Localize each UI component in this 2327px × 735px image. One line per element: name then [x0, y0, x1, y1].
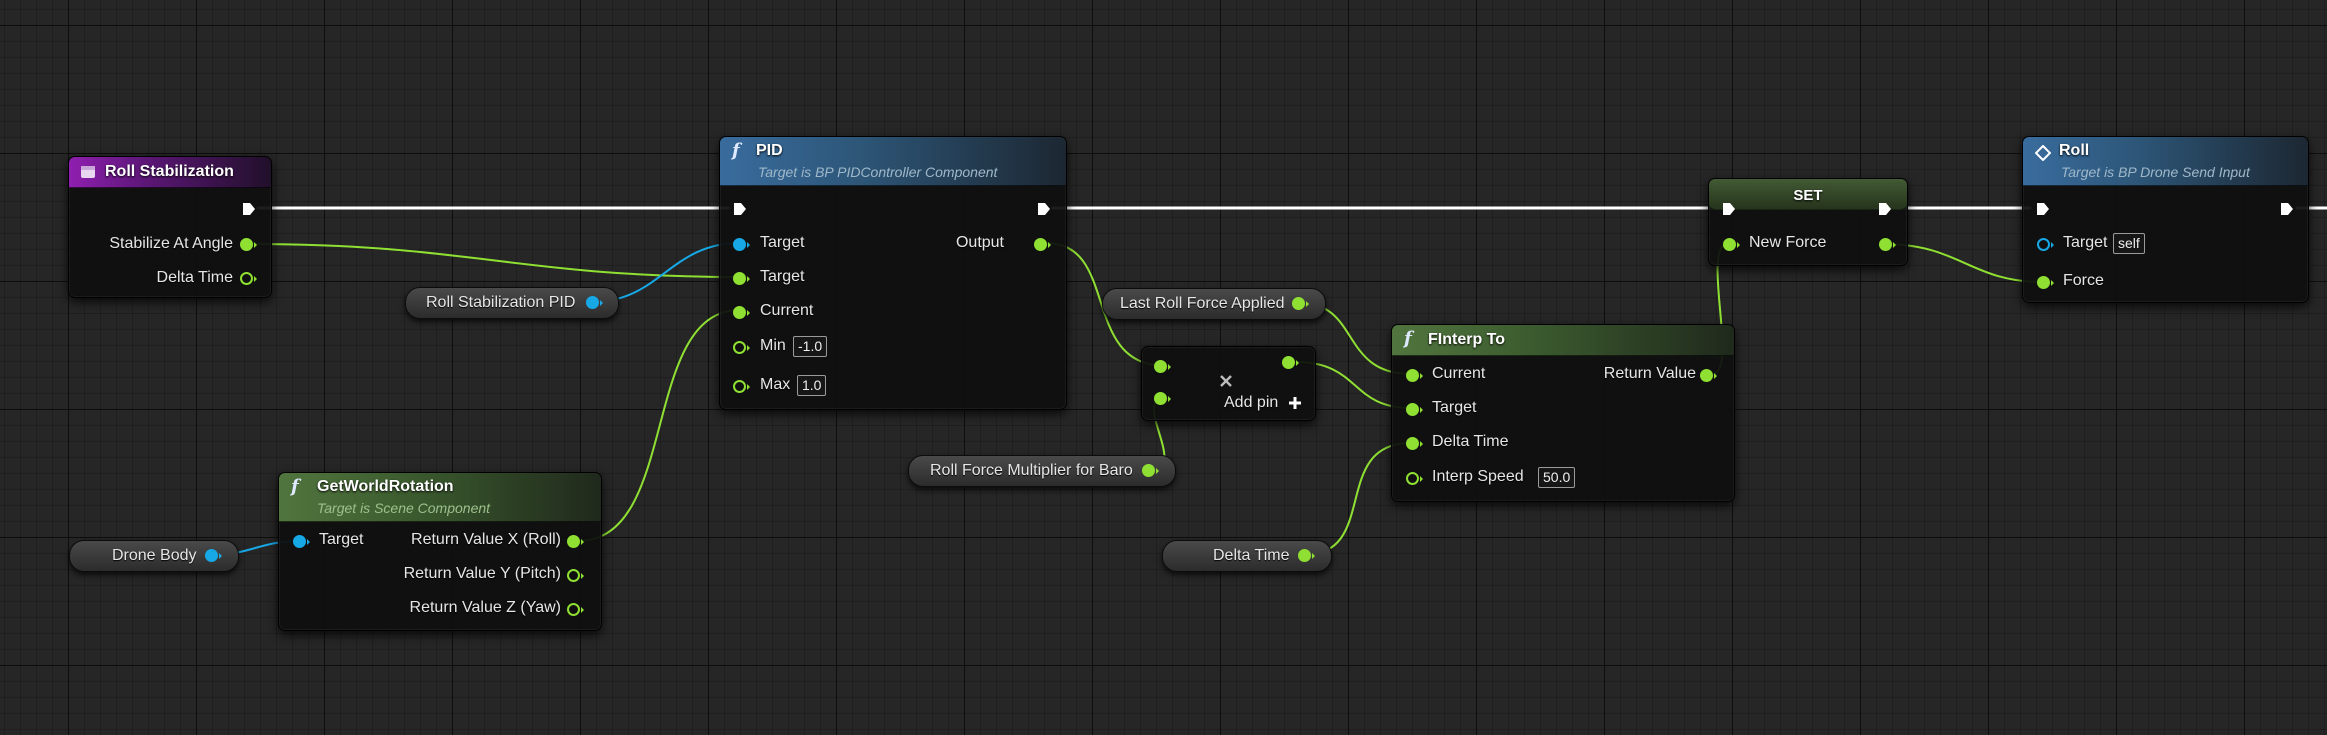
node-subtitle: Target is BP PIDController Component: [758, 164, 998, 180]
target-object-pin[interactable]: [733, 238, 750, 251]
pin-label: Min: [760, 337, 786, 354]
node-title: PID: [756, 142, 783, 159]
node-title: Roll: [2059, 142, 2090, 159]
current-pin[interactable]: [733, 306, 750, 319]
roll-force-multiplier-variable[interactable]: Roll Force Multiplier for Baro: [908, 455, 1176, 487]
pin-label: Interp Speed: [1432, 468, 1524, 485]
node-title: FInterp To: [1428, 331, 1506, 348]
target-float-pin[interactable]: [733, 272, 750, 285]
delta-time-variable[interactable]: Delta Time: [1162, 540, 1332, 572]
exec-out-pin[interactable]: [241, 201, 257, 217]
float-out-pin[interactable]: [1292, 297, 1309, 310]
exec-out-pin[interactable]: [2279, 201, 2295, 217]
multiply-icon: [1220, 375, 1232, 387]
pin-label: Force: [2063, 272, 2104, 289]
stabilize-at-angle-pin[interactable]: [240, 238, 257, 251]
exec-out-pin[interactable]: [1877, 201, 1893, 217]
return-z-pin[interactable]: [567, 603, 584, 616]
object-out-pin[interactable]: [586, 296, 603, 309]
target-pin[interactable]: [1406, 403, 1423, 416]
pin-label: Target: [2063, 234, 2108, 251]
pin-label: Return Value Z (Yaw): [409, 599, 561, 616]
return-y-pin[interactable]: [567, 569, 584, 582]
delta-time-out-pin[interactable]: [240, 272, 257, 285]
max-pin[interactable]: [733, 380, 750, 393]
set-node[interactable]: SET New Force: [1708, 178, 1908, 266]
pin-label: Target: [760, 234, 805, 251]
get-world-rotation-node[interactable]: f GetWorldRotation Target is Scene Compo…: [278, 472, 602, 631]
add-pin-label[interactable]: Add pin: [1224, 394, 1278, 412]
pin-label: Current: [760, 302, 814, 319]
interp-speed-field[interactable]: 50.0: [1538, 467, 1576, 488]
function-icon: f: [732, 140, 740, 161]
drone-body-variable[interactable]: Drone Body: [69, 540, 239, 572]
min-pin[interactable]: [733, 341, 750, 354]
exec-in-pin[interactable]: [2035, 201, 2051, 217]
last-roll-force-applied-variable[interactable]: Last Roll Force Applied: [1102, 288, 1326, 320]
interp-speed-pin[interactable]: [1406, 472, 1423, 485]
float-out-pin[interactable]: [1298, 549, 1315, 562]
node-title: Roll Stabilization: [105, 163, 234, 180]
event-diamond-icon: [2035, 145, 2051, 161]
input-a-pin[interactable]: [1154, 360, 1171, 373]
pin-label: Return Value Y (Pitch): [403, 565, 561, 582]
variable-label: Roll Stabilization PID: [426, 294, 576, 311]
pin-label: Return Value X (Roll): [411, 531, 561, 548]
pin-label: Delta Time: [156, 269, 233, 286]
output-pin[interactable]: [1034, 238, 1051, 251]
new-force-in-pin[interactable]: [1723, 238, 1740, 251]
function-icon: f: [1404, 328, 1412, 349]
pin-label: Target: [760, 268, 805, 285]
exec-out-pin[interactable]: [1036, 201, 1052, 217]
result-out-pin[interactable]: [1282, 356, 1299, 369]
pid-node[interactable]: f PID Target is BP PIDController Compone…: [719, 136, 1067, 410]
function-icon: f: [291, 476, 299, 497]
add-operator-node[interactable]: Add pin: [1141, 346, 1316, 421]
variable-label: Roll Force Multiplier for Baro: [930, 462, 1133, 479]
input-b-pin[interactable]: [1154, 392, 1171, 405]
pin-label: Target: [319, 531, 364, 548]
variable-label: Last Roll Force Applied: [1120, 295, 1285, 312]
node-subtitle: Target is BP Drone Send Input: [2061, 164, 2250, 180]
node-title: GetWorldRotation: [317, 478, 454, 495]
variable-label: Drone Body: [112, 547, 197, 564]
finterp-to-node[interactable]: f FInterp To Current Return Value Target…: [1391, 324, 1735, 502]
delta-time-pin[interactable]: [1406, 437, 1423, 450]
target-pin[interactable]: [2037, 238, 2054, 251]
plus-icon[interactable]: [1288, 396, 1302, 410]
roll-node[interactable]: Roll Target is BP Drone Send Input Targe…: [2022, 136, 2309, 303]
min-value-field[interactable]: -1.0: [793, 336, 828, 357]
current-pin[interactable]: [1406, 369, 1423, 382]
pin-label: Return Value: [1603, 365, 1696, 382]
new-force-out-pin[interactable]: [1879, 238, 1896, 251]
return-value-pin[interactable]: [1700, 369, 1717, 382]
roll-stabilization-node[interactable]: Roll Stabilization Stabilize At Angle De…: [68, 156, 272, 298]
pin-label: Output: [955, 234, 1004, 251]
force-pin[interactable]: [2037, 276, 2054, 289]
pin-label: Max: [760, 376, 791, 393]
target-self-field[interactable]: self: [2113, 233, 2145, 254]
exec-in-pin[interactable]: [1721, 201, 1737, 217]
pin-label: Delta Time: [1432, 433, 1509, 450]
pin-label: New Force: [1749, 234, 1827, 251]
object-out-pin[interactable]: [205, 549, 222, 562]
target-pin[interactable]: [293, 535, 310, 548]
return-x-pin[interactable]: [567, 535, 584, 548]
roll-stabilization-pid-variable[interactable]: Roll Stabilization PID: [405, 287, 619, 319]
float-out-pin[interactable]: [1142, 464, 1159, 477]
wire-roll-to-current: [577, 309, 741, 542]
pin-label: Current: [1432, 365, 1486, 382]
pin-label: Target: [1432, 399, 1477, 416]
variable-label: Delta Time: [1213, 547, 1290, 564]
max-value-field[interactable]: 1.0: [797, 375, 827, 396]
node-subtitle: Target is Scene Component: [317, 500, 491, 516]
event-icon: [81, 166, 95, 178]
exec-in-pin[interactable]: [732, 201, 748, 217]
pin-label: Stabilize At Angle: [109, 235, 233, 252]
